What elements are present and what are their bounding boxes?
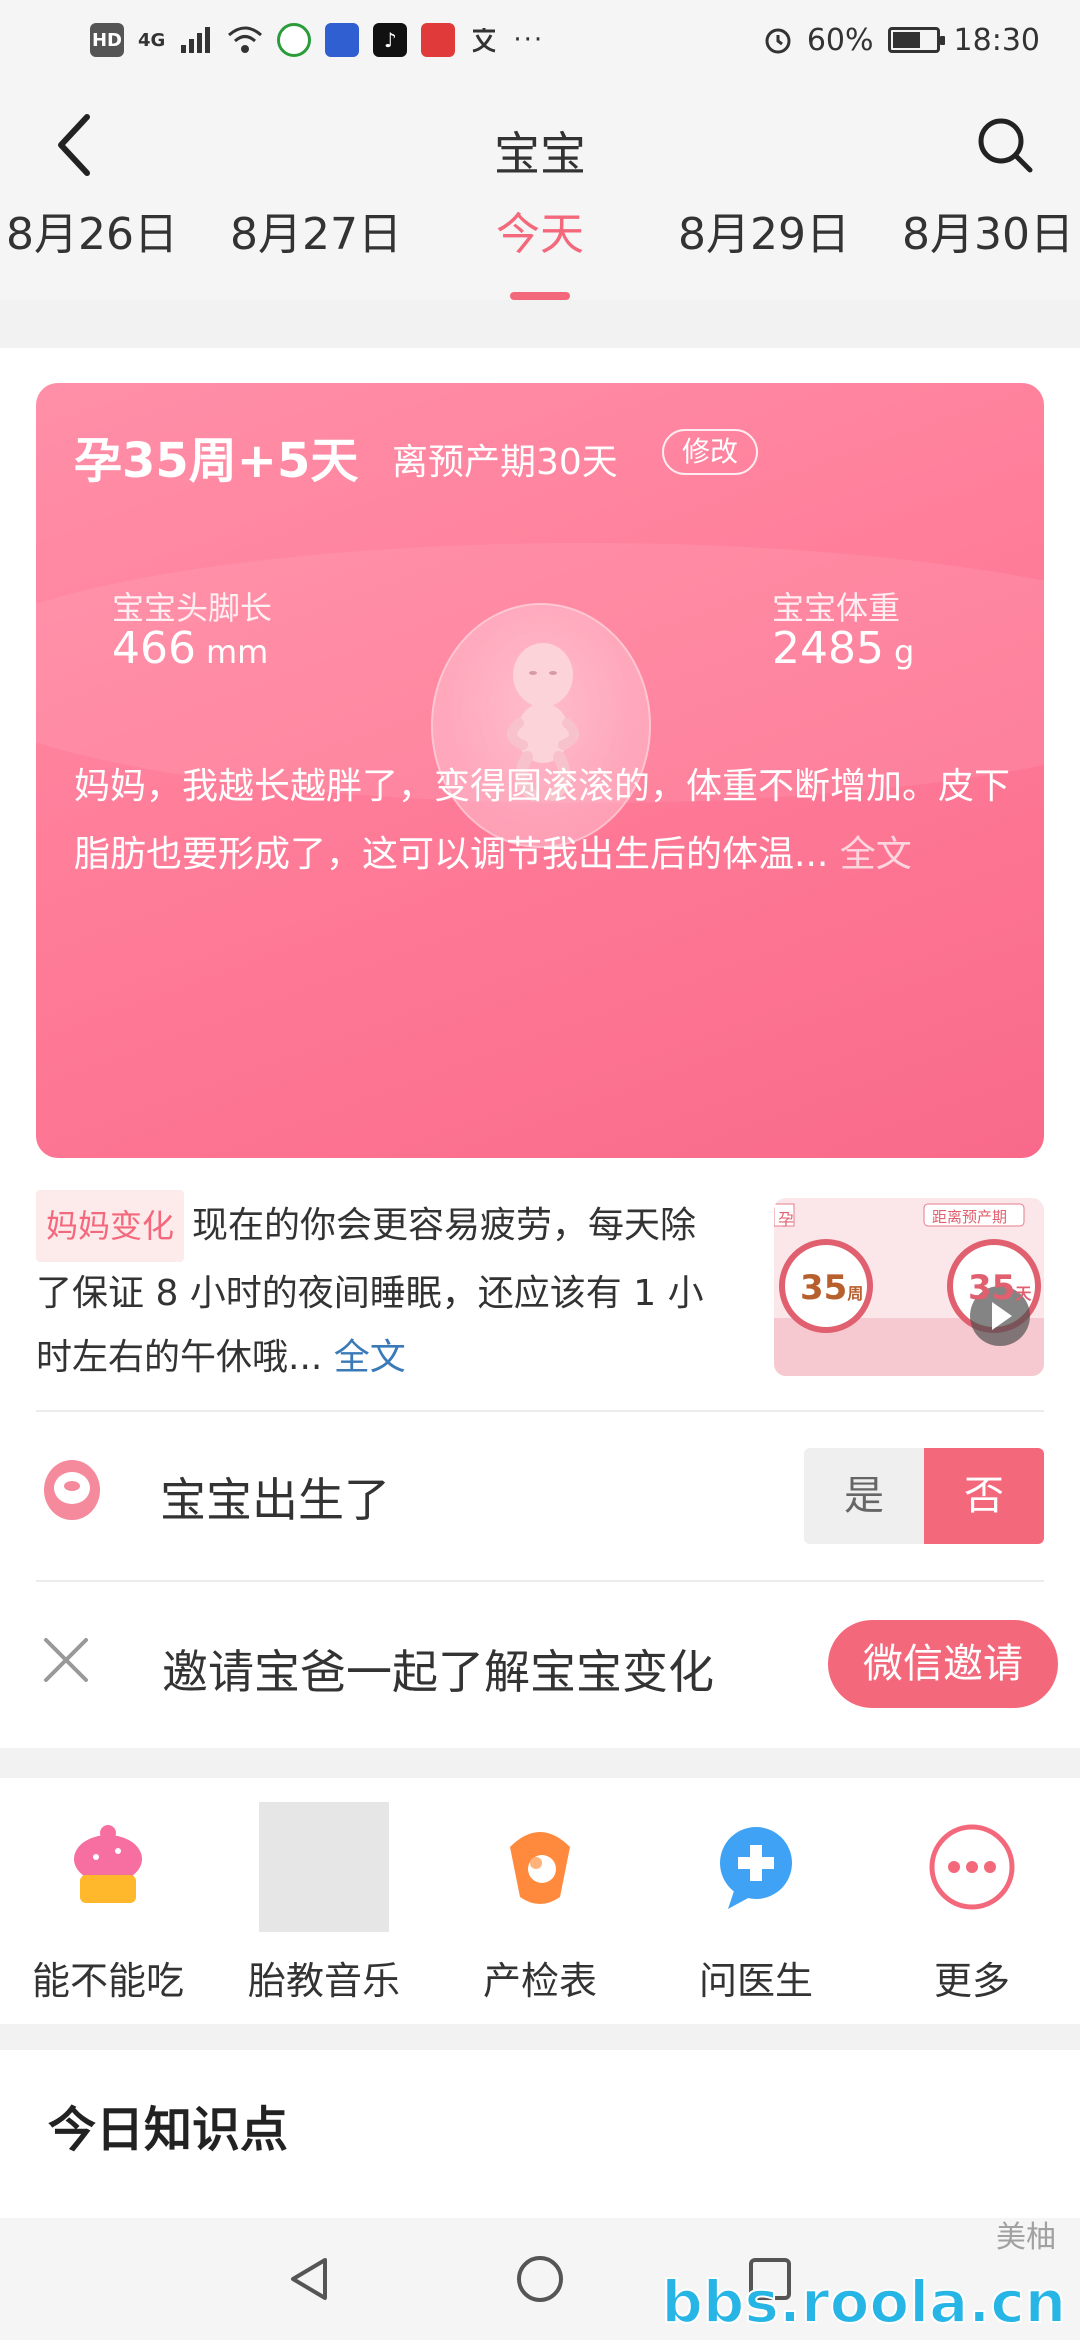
mom-change-text: 妈妈变化 现在的你会更容易疲劳，每天除了保证 8 小时的夜间睡眠，还应该有 1 小… — [36, 1190, 726, 1390]
battery-icon — [887, 27, 945, 53]
close-icon[interactable] — [36, 1630, 96, 1690]
weight-value: 2485 g — [772, 623, 914, 674]
watermark: bbs.roola.cn — [660, 2267, 1067, 2337]
video-week-ring: 35周 — [800, 1268, 863, 1308]
baby-development-card[interactable]: 孕35周+5天 离预产期30天 修改 宝宝头脚长 466 mm 宝宝体重 2485… — [36, 383, 1044, 1158]
wechat-invite-button[interactable]: 微信邀请 — [828, 1620, 1058, 1708]
baby-description-more-link[interactable]: 全文 — [840, 834, 912, 875]
due-date-countdown: 离预产期30天 — [392, 442, 618, 483]
doctor-chat-icon — [691, 1802, 821, 1932]
tab-aug-27[interactable]: 8月27日 — [204, 210, 428, 300]
cupcake-icon — [43, 1802, 173, 1932]
more-notifications-icon: ··· — [513, 25, 545, 55]
edit-due-date-button[interactable]: 修改 — [662, 429, 758, 475]
length-unit: mm — [205, 633, 269, 671]
translate-icon — [472, 28, 496, 53]
video-week-unit: 周 — [847, 1284, 864, 1303]
quick-tools: 能不能吃 胎教音乐 产检表 问医生 更多 — [0, 1778, 1080, 2024]
divider — [36, 1410, 1044, 1412]
paw-icon — [325, 23, 360, 57]
music-placeholder-icon — [259, 1802, 389, 1932]
baby-born-label: 宝宝出生了 — [160, 1473, 390, 1527]
hd-icon: HD — [90, 23, 124, 57]
tool-can-i-eat[interactable]: 能不能吃 — [8, 1802, 208, 2024]
mom-change-section[interactable]: 妈妈变化 现在的你会更容易疲劳，每天除了保证 8 小时的夜间睡眠，还应该有 1 小… — [36, 1180, 1044, 1390]
tool-prenatal-music[interactable]: 胎教音乐 — [224, 1802, 424, 2024]
tool-label: 胎教音乐 — [247, 1959, 400, 2003]
app-circle-icon — [277, 23, 312, 57]
born-no-button[interactable]: 否 — [924, 1448, 1044, 1544]
tool-label: 产检表 — [482, 1959, 597, 2003]
weight-unit: g — [893, 633, 915, 671]
mom-change-tag: 妈妈变化 — [36, 1190, 185, 1262]
born-yes-button[interactable]: 是 — [804, 1448, 924, 1544]
length-value: 466 mm — [112, 623, 268, 674]
tool-more[interactable]: 更多 — [872, 1802, 1072, 2024]
nav-home-button[interactable] — [510, 2249, 570, 2309]
tool-label: 能不能吃 — [31, 1959, 184, 2003]
header: 宝宝 8月26日 8月27日 今天 8月29日 8月30日 — [0, 80, 1080, 300]
video-left-tag: 孕 — [778, 1210, 795, 1229]
search-button[interactable] — [970, 110, 1040, 180]
tool-label: 更多 — [933, 1959, 1010, 2003]
tab-today[interactable]: 今天 — [428, 210, 652, 300]
tiktok-icon: ♪ — [373, 23, 408, 57]
tab-aug-26[interactable]: 8月26日 — [0, 210, 204, 300]
more-dots-icon — [907, 1802, 1037, 1932]
video-week-number: 35 — [800, 1268, 848, 1308]
baby-born-toggle: 是 否 — [804, 1448, 1044, 1544]
battery-percent: 60% — [806, 22, 874, 58]
wifi-icon — [228, 26, 263, 53]
baby-face-icon — [44, 1460, 100, 1520]
invite-row: 邀请宝爸一起了解宝宝变化 微信邀请 — [36, 1590, 1058, 1740]
page-title: 宝宝 — [494, 127, 586, 181]
nav-back-button[interactable] — [280, 2249, 340, 2309]
weight-number: 2485 — [772, 623, 884, 674]
video-days-ring: 35天 — [968, 1268, 1031, 1308]
length-number: 466 — [112, 623, 196, 674]
network-4g-icon: 4G — [138, 29, 166, 51]
divider — [36, 1580, 1044, 1582]
circle-home-icon — [517, 2256, 563, 2302]
tab-aug-29[interactable]: 8月29日 — [652, 210, 876, 300]
triangle-back-icon — [291, 2258, 327, 2300]
clock: 18:30 — [953, 22, 1040, 58]
huawei-icon — [421, 23, 456, 57]
video-right-tag: 距离预产期 — [932, 1208, 1008, 1226]
status-right: 60% 18:30 — [763, 23, 1040, 58]
video-days-number: 35 — [968, 1268, 1016, 1308]
pregnancy-week: 孕35周+5天 — [74, 433, 359, 489]
date-tabs: 8月26日 8月27日 今天 8月29日 8月30日 — [0, 210, 1080, 300]
baby-description: 妈妈，我越长越胖了，变得圆滚滚的，体重不断增加。皮下脂肪也要形成了，这可以调节我… — [74, 753, 1014, 889]
video-thumbnail[interactable]: 孕 距离预产期 35周 35天 — [774, 1198, 1044, 1376]
alarm-icon — [765, 28, 791, 54]
status-left-icons: HD 4G ♪ ··· — [90, 23, 544, 57]
status-bar: HD 4G ♪ ··· 60% 18:30 — [0, 0, 1080, 80]
tool-ask-doctor[interactable]: 问医生 — [656, 1802, 856, 2024]
ultrasound-icon — [475, 1802, 605, 1932]
signal-icon — [181, 27, 211, 53]
mom-change-more-link[interactable]: 全文 — [334, 1337, 406, 1378]
section-title: 今日知识点 — [48, 2102, 289, 2158]
tab-aug-30[interactable]: 8月30日 — [876, 210, 1080, 300]
video-days-unit: 天 — [1015, 1284, 1032, 1303]
baby-born-row: 宝宝出生了 是 否 — [36, 1420, 1044, 1560]
tool-label: 问医生 — [698, 1959, 813, 2003]
watermark-brand: 美柚 — [996, 2220, 1056, 2255]
invite-label: 邀请宝爸一起了解宝宝变化 — [162, 1645, 714, 1699]
search-icon — [978, 118, 1033, 173]
tool-checkup-schedule[interactable]: 产检表 — [440, 1802, 640, 2024]
